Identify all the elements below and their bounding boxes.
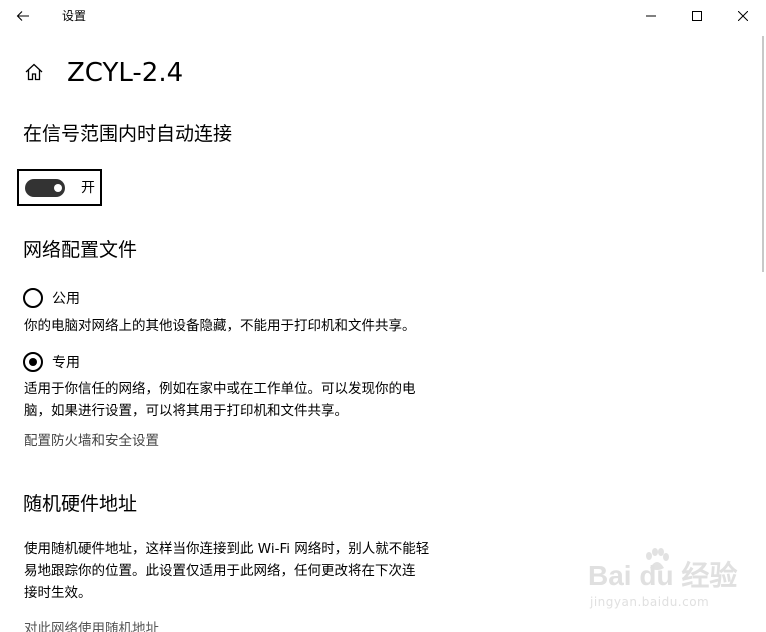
random-hardware-description-line-3: 接时生效。 <box>24 585 92 601</box>
scrollbar-thumb[interactable] <box>762 36 764 272</box>
radio-selected-dot <box>29 358 37 366</box>
watermark-url: jingyan.baidu.com <box>590 595 710 609</box>
minimize-icon <box>646 15 656 17</box>
home-icon <box>25 63 43 81</box>
maximize-icon <box>692 11 702 21</box>
auto-connect-toggle[interactable]: 开 <box>17 169 102 206</box>
back-arrow-icon <box>16 11 29 21</box>
auto-connect-heading: 在信号范围内时自动连接 <box>23 123 233 145</box>
baidu-watermark: Bai du 经验 jingyan.baidu.com <box>588 548 737 614</box>
close-button[interactable] <box>720 0 766 32</box>
page-title: ZCYL-2.4 <box>67 58 184 88</box>
firewall-settings-link[interactable]: 配置防火墙和安全设置 <box>24 431 159 451</box>
radio-public-circle[interactable] <box>23 288 43 308</box>
back-button[interactable] <box>8 2 38 30</box>
close-icon <box>738 11 748 21</box>
maximize-button[interactable] <box>674 0 720 32</box>
toggle-thumb <box>54 184 62 192</box>
minimize-button[interactable] <box>628 0 674 32</box>
private-description-line-1: 适用于你信任的网络，例如在家中或在工作单位。可以发现你的电 <box>24 381 416 397</box>
window-title: 设置 <box>62 9 87 23</box>
random-hardware-heading: 随机硬件地址 <box>23 493 138 515</box>
random-address-setting-label: 对此网络使用随机地址 <box>24 621 159 632</box>
toggle-track <box>25 179 65 197</box>
network-profile-heading: 网络配置文件 <box>23 239 138 261</box>
public-description: 你的电脑对网络上的其他设备隐藏，不能用于打印机和文件共享。 <box>24 318 416 334</box>
private-description-line-2: 脑，如果进行设置，可以将其用于打印机和文件共享。 <box>24 403 348 419</box>
title-bar: 设置 <box>0 0 766 32</box>
settings-window: 设置 ZCYL-2.4 在信号范围内时自动连接 开 网络配置文件 公用 你的电脑… <box>0 0 766 632</box>
home-button[interactable] <box>22 60 46 84</box>
random-hardware-description-line-1: 使用随机硬件地址，这样当你连接到此 Wi-Fi 网络时，别人就不能轻 <box>24 541 430 557</box>
radio-private-label[interactable]: 专用 <box>52 354 80 372</box>
radio-private-circle[interactable] <box>23 352 43 372</box>
radio-public-label[interactable]: 公用 <box>52 290 80 308</box>
watermark-logo: Bai du 经验 <box>588 560 738 591</box>
random-hardware-description-line-2: 易地跟踪你的位置。此设置仅适用于此网络，任何更改将在下次连 <box>24 563 416 579</box>
toggle-state-label: 开 <box>81 180 95 196</box>
